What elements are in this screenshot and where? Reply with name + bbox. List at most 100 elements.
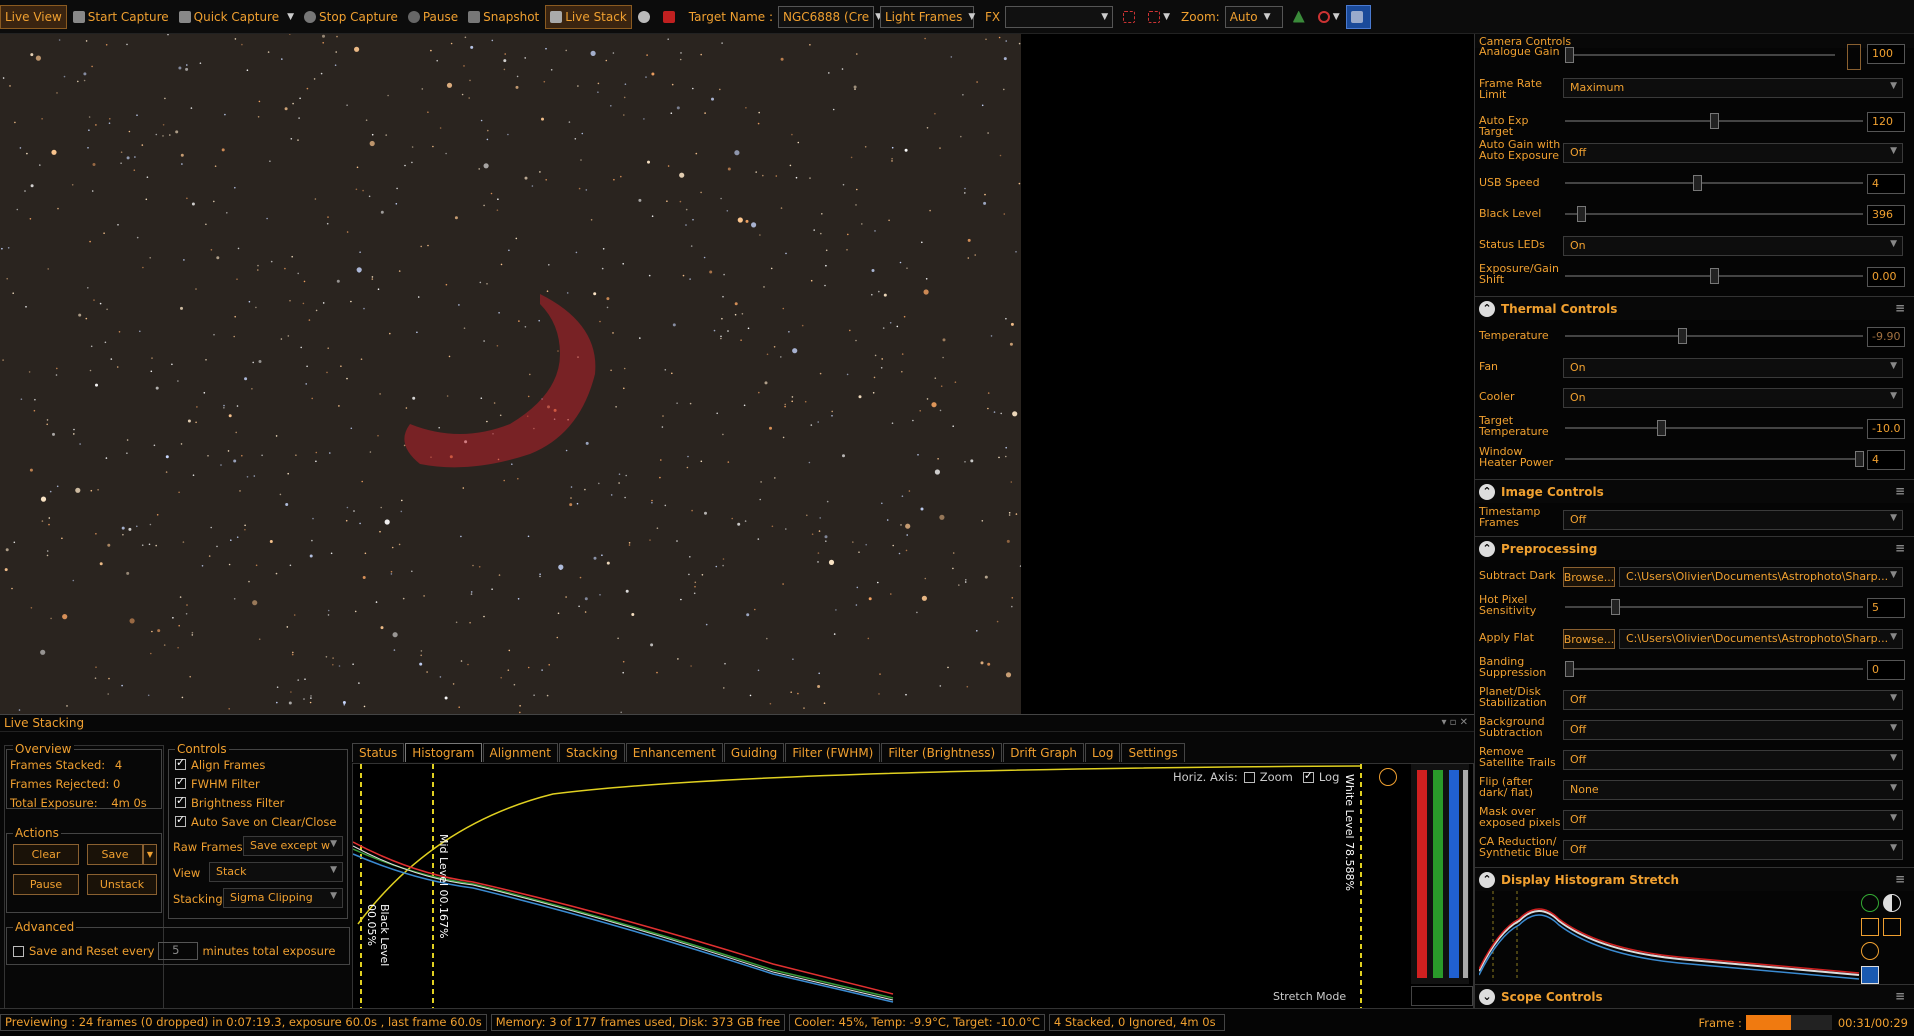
banding-value[interactable]: 0 bbox=[1867, 660, 1905, 680]
mid-level-label[interactable]: Mid Level 00.167% bbox=[437, 834, 450, 939]
exposure-gain-shift-value[interactable]: 0.00 bbox=[1867, 267, 1905, 287]
auto-exp-target-slider[interactable] bbox=[1565, 113, 1863, 129]
pause-button[interactable]: Pause bbox=[404, 5, 462, 29]
auto-gain-select[interactable]: Off ▼ bbox=[1563, 143, 1903, 163]
save-button[interactable]: Save bbox=[87, 844, 143, 865]
tab-filter-brightness[interactable]: Filter (Brightness) bbox=[881, 743, 1003, 762]
menu-icon[interactable]: ≡ bbox=[1895, 872, 1907, 886]
menu-icon[interactable]: ≡ bbox=[1895, 484, 1907, 498]
panel-window-controls[interactable]: ▾ ▫ ✕ bbox=[1441, 717, 1468, 728]
collapse-icon[interactable]: ⌄ bbox=[1479, 988, 1495, 1005]
browse-flat-button[interactable]: Browse... bbox=[1563, 629, 1615, 649]
black-level-value[interactable]: 396 bbox=[1867, 205, 1905, 225]
contrast-icon[interactable] bbox=[1883, 894, 1901, 912]
banding-slider[interactable] bbox=[1565, 661, 1863, 677]
window-heater-value[interactable]: 4 bbox=[1867, 450, 1905, 470]
slider-thumb[interactable] bbox=[1565, 47, 1574, 63]
analogue-gain-slider[interactable] bbox=[1565, 47, 1835, 63]
reset-icon[interactable] bbox=[1861, 942, 1879, 960]
background-subtraction-select[interactable]: Off ▼ bbox=[1563, 720, 1903, 740]
histogram-view[interactable]: Black Level 00.05% Mid Level 00.167% Whi… bbox=[352, 763, 1474, 1009]
blue-channel-slider[interactable] bbox=[1449, 770, 1459, 978]
stacking-select[interactable]: Sigma Clipping ▼ bbox=[223, 888, 343, 908]
log-checkbox[interactable] bbox=[1302, 769, 1314, 783]
planet-disk-select[interactable]: Off ▼ bbox=[1563, 690, 1903, 710]
zoom-select[interactable]: Auto ▼ bbox=[1224, 5, 1283, 28]
stretch-sliders[interactable] bbox=[1411, 764, 1469, 984]
cooler-select[interactable]: On ▼ bbox=[1563, 388, 1903, 408]
green-channel-slider[interactable] bbox=[1433, 770, 1443, 978]
checkbox[interactable] bbox=[175, 794, 186, 808]
usb-speed-slider[interactable] bbox=[1565, 175, 1863, 191]
histogram-button[interactable] bbox=[1289, 5, 1312, 29]
image-controls-header[interactable]: ⌃ Image Controls ≡ bbox=[1475, 479, 1914, 503]
view-select[interactable]: Stack ▼ bbox=[209, 862, 343, 882]
lum-channel-slider[interactable] bbox=[1463, 770, 1468, 978]
slider-thumb[interactable] bbox=[1678, 328, 1687, 344]
white-level-label[interactable]: White Level 78.588% bbox=[1343, 774, 1356, 891]
preview-image[interactable] bbox=[0, 34, 1021, 714]
save-reset-checkbox[interactable] bbox=[13, 945, 24, 957]
info-icon[interactable] bbox=[1861, 894, 1879, 912]
brightness-filter-checkbox[interactable]: Brightness Filter bbox=[175, 794, 284, 810]
quick-capture-button[interactable]: Quick Capture ▼ bbox=[175, 5, 298, 29]
pause-stack-button[interactable]: Pause bbox=[13, 874, 79, 895]
fan-select[interactable]: On ▼ bbox=[1563, 358, 1903, 378]
collapse-icon[interactable]: ⌃ bbox=[1479, 871, 1495, 888]
stretch-mode-buttons[interactable] bbox=[1411, 986, 1473, 1006]
menu-icon[interactable]: ≡ bbox=[1895, 989, 1907, 1003]
slider-thumb[interactable] bbox=[1657, 420, 1666, 436]
slider-thumb[interactable] bbox=[1565, 661, 1574, 677]
record-button[interactable] bbox=[634, 5, 657, 29]
window-heater-slider[interactable] bbox=[1565, 451, 1864, 467]
usb-speed-value[interactable]: 4 bbox=[1867, 174, 1905, 194]
frame-rate-limit-select[interactable]: Maximum ▼ bbox=[1563, 78, 1903, 98]
temperature-slider[interactable] bbox=[1565, 328, 1863, 344]
live-stack-button[interactable]: Live Stack bbox=[545, 4, 632, 29]
checkbox[interactable] bbox=[175, 756, 186, 770]
minutes-stepper[interactable]: 5 bbox=[158, 942, 199, 960]
roi-button[interactable] bbox=[1119, 5, 1142, 29]
collapse-icon[interactable]: ⌃ bbox=[1479, 540, 1495, 557]
target-temperature-value[interactable]: -10.0 bbox=[1867, 419, 1905, 439]
analogue-gain-value[interactable]: 100 bbox=[1867, 44, 1905, 64]
target-temperature-slider[interactable] bbox=[1565, 420, 1863, 436]
slider-thumb[interactable] bbox=[1693, 175, 1702, 191]
start-capture-button[interactable]: Start Capture bbox=[69, 5, 173, 29]
dark-path-select[interactable]: C:\Users\Olivier\Documents\Astrophoto\Sh… bbox=[1619, 567, 1903, 587]
slider-thumb[interactable] bbox=[1611, 599, 1620, 615]
auto-save-checkbox[interactable]: Auto Save on Clear/Close bbox=[175, 813, 337, 829]
tab-stacking[interactable]: Stacking bbox=[558, 743, 625, 762]
timestamp-frames-select[interactable]: Off ▼ bbox=[1563, 510, 1903, 530]
hot-pixel-value[interactable]: 5 bbox=[1867, 598, 1905, 618]
tab-guiding[interactable]: Guiding bbox=[723, 743, 785, 762]
spin-buttons[interactable] bbox=[1847, 44, 1861, 70]
fx-select[interactable]: ▼ bbox=[1005, 5, 1114, 28]
stop-capture-button[interactable]: Stop Capture bbox=[300, 5, 402, 29]
display-histogram-header[interactable]: ⌃ Display Histogram Stretch ≡ bbox=[1475, 867, 1914, 891]
snapshot-button[interactable]: Snapshot bbox=[464, 5, 543, 29]
unstack-button[interactable]: Unstack bbox=[87, 874, 157, 895]
raw-frames-select[interactable]: Save except w ▼ bbox=[243, 836, 343, 856]
ca-reduction-select[interactable]: Off ▼ bbox=[1563, 840, 1903, 860]
clear-roi-button[interactable]: ▼ bbox=[1144, 5, 1174, 29]
slider-thumb[interactable] bbox=[1855, 451, 1864, 467]
mask-over-select[interactable]: Off ▼ bbox=[1563, 810, 1903, 830]
display-histogram-graph[interactable] bbox=[1479, 891, 1911, 981]
tab-enhancement[interactable]: Enhancement bbox=[625, 743, 723, 762]
checkbox[interactable] bbox=[175, 813, 186, 827]
fwhm-filter-checkbox[interactable]: FWHM Filter bbox=[175, 775, 260, 791]
lock-icon[interactable] bbox=[1883, 918, 1901, 936]
auto-exp-target-value[interactable]: 120 bbox=[1867, 112, 1905, 132]
tab-alignment[interactable]: Alignment bbox=[482, 743, 558, 762]
collapse-icon[interactable]: ⌃ bbox=[1479, 483, 1495, 500]
tab-drift-graph[interactable]: Drift Graph bbox=[1003, 743, 1085, 762]
align-frames-checkbox[interactable]: Align Frames bbox=[175, 756, 265, 772]
reset-icon[interactable] bbox=[1379, 768, 1397, 786]
slider-thumb[interactable] bbox=[1710, 113, 1719, 129]
tab-settings[interactable]: Settings bbox=[1121, 743, 1185, 762]
zoom-checkbox[interactable] bbox=[1243, 771, 1255, 783]
collapse-icon[interactable]: ⌃ bbox=[1479, 300, 1495, 317]
tab-histogram[interactable]: Histogram bbox=[405, 743, 482, 762]
tools-button[interactable] bbox=[1345, 4, 1371, 29]
